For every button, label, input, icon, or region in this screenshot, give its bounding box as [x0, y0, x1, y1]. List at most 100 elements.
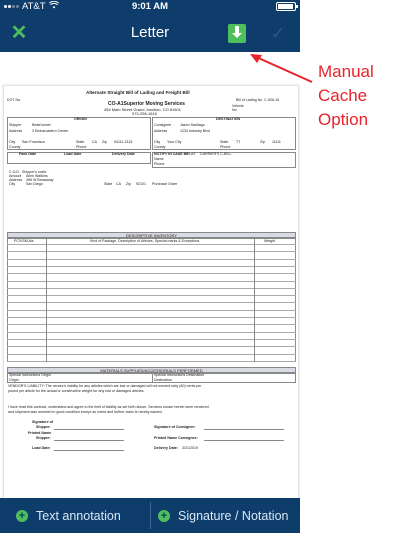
delivery-date-sig-label: Delivery Date: — [154, 446, 178, 450]
sig-consignee-label: Signature of Consignee: — [154, 425, 196, 429]
doc-title: Alternate Straight Bill of Lading and Fr… — [86, 90, 190, 95]
dest-state-label: State — [220, 140, 229, 144]
printed-shipper-label: Shipper: — [36, 436, 51, 440]
nav-bar: ✕ Letter ✓ — [0, 14, 300, 52]
cod-state-value: CA — [116, 182, 121, 186]
contract-text: I have read this contract, understand an… — [8, 405, 209, 409]
cod-zip-value: 92101 — [136, 182, 146, 186]
cod-city-value: San Diego — [26, 182, 43, 186]
dest-phone-label: Phone — [220, 145, 231, 149]
inventory-row-line — [7, 353, 296, 355]
contract-text-2: and shipment was received in good condit… — [8, 410, 163, 414]
inventory-col-pcs: PCS/SKU#s — [14, 239, 34, 243]
text-annotation-button[interactable]: + Text annotation — [16, 498, 121, 533]
status-bar: AT&T 9:01 AM — [0, 0, 300, 14]
document-viewer[interactable]: Alternate Straight Bill of Lading and Fr… — [0, 52, 300, 517]
inventory-row-line — [7, 317, 296, 318]
origin-city-label: City — [9, 140, 16, 144]
sig-shipper-line — [54, 429, 124, 430]
pack-date-label: Pack Date — [19, 152, 37, 156]
printed-consignee-label: Printed Name Consignee: — [154, 436, 198, 440]
sig-of-label: Signature of — [32, 420, 53, 424]
load-date-line — [54, 450, 124, 451]
page-title: Letter — [130, 24, 170, 41]
printed-consignee-line — [204, 440, 284, 441]
origin-county-label: County — [9, 145, 21, 149]
origin-city-value: San Francisco — [22, 140, 45, 144]
dest-city-value: Your City — [167, 140, 182, 144]
notify-name-label: Name — [154, 157, 164, 161]
annotation-line-3: Option — [318, 110, 369, 129]
dest-county-label: County — [154, 145, 166, 149]
toolbar-divider — [150, 502, 151, 529]
relay-label: RELAY — [184, 152, 196, 156]
download-icon[interactable] — [228, 24, 246, 43]
inventory-row-line — [7, 265, 296, 267]
destination-header: DESTINATION — [216, 117, 241, 121]
cod-zip-label: Zip — [126, 182, 131, 186]
doc-no: No. — [232, 108, 238, 112]
origin-state-label: State — [76, 140, 85, 144]
dest-address-value: 1234 Industry Blvd — [180, 129, 210, 133]
shipper-label: Shipper — [9, 123, 22, 127]
inventory-row-line — [7, 331, 296, 333]
checkmark-icon[interactable]: ✓ — [268, 24, 288, 43]
origin-word: Origin — [9, 378, 19, 382]
load-date-sig-label: Load Date: — [32, 446, 51, 450]
dest-address-label: Address — [154, 129, 168, 133]
cod-city-label: City — [9, 182, 16, 186]
origin-zip-label: Zip — [102, 140, 107, 144]
annotation-line-2: Cache — [318, 86, 368, 105]
special-origin-label: Special Instructions Origin — [9, 373, 51, 377]
dest-state-value: TT — [236, 140, 241, 144]
inventory-row-line — [7, 244, 296, 245]
text-annotation-label: Text annotation — [36, 508, 121, 523]
load-date-label: Load Date — [64, 152, 82, 156]
inventory-row-line — [7, 295, 296, 296]
inventory-row-line — [7, 258, 296, 260]
inventory-row-line — [7, 346, 296, 347]
inventory-row-line — [7, 324, 296, 325]
dest-city-label: City — [154, 140, 161, 144]
origin-zip-value: 94111-2115 — [114, 140, 133, 144]
annotation-line-1: Manual — [318, 62, 374, 81]
doc-company-phone: 970-256-1616 — [132, 111, 157, 116]
carrier-cbill: CARRIER'S C-BILL — [200, 152, 232, 156]
origin-address-label: Address — [9, 129, 23, 133]
inventory-col-line — [46, 238, 47, 362]
cod-state-label: State — [104, 182, 113, 186]
inventory-row-line — [7, 273, 296, 274]
consignee-label: Consignee — [154, 123, 172, 127]
delivery-date-sig-value: 3/21/2019 — [182, 446, 198, 450]
signature-notation-label: Signature / Notation — [178, 508, 289, 523]
shipper-value: Beatrhomer — [32, 123, 51, 127]
inventory-row-line — [7, 280, 296, 282]
printed-shipper-line — [54, 440, 124, 441]
signature-notation-button[interactable]: + Signature / Notation — [158, 498, 289, 533]
manual-cache-annotation: Manual Cache Option — [318, 60, 404, 132]
dest-zip-label: Zip — [260, 140, 265, 144]
liability-text: VENDOR'S LIABILITY: The vendor's liabili… — [8, 384, 202, 388]
doc-dot-no: DOT No. — [7, 98, 22, 102]
special-dest-label: Special Instructions Destination — [154, 373, 205, 377]
origin-state-value: CA — [92, 140, 97, 144]
inventory-row-line — [7, 338, 296, 340]
origin-address-value: 3 Embarcadero Center — [32, 129, 69, 133]
bill-of-lading-page[interactable]: Alternate Straight Bill of Lading and Fr… — [3, 85, 299, 517]
special-divider — [152, 373, 153, 383]
destination-word: Destination — [154, 378, 172, 382]
inventory-row-line — [7, 360, 296, 362]
inventory-row-line — [7, 309, 296, 311]
origin-phone-label: Phone — [76, 145, 87, 149]
origin-header: ORIGIN — [74, 117, 87, 121]
notify-phone-label: Phone — [154, 162, 165, 166]
liability-text-2: pound per article for the actual or cons… — [8, 389, 145, 393]
bottom-toolbar: + Text annotation + Signature / Notation — [0, 498, 300, 533]
printed-name-label: Printed Name — [28, 431, 52, 435]
inventory-table — [7, 238, 296, 362]
consignee-value: Jason Santiago — [180, 123, 205, 127]
battery-icon — [276, 2, 298, 11]
sig-shipper-label: Shipper: — [36, 425, 51, 429]
inventory-row-line — [7, 287, 296, 289]
annotation-arrow-icon — [250, 54, 313, 83]
